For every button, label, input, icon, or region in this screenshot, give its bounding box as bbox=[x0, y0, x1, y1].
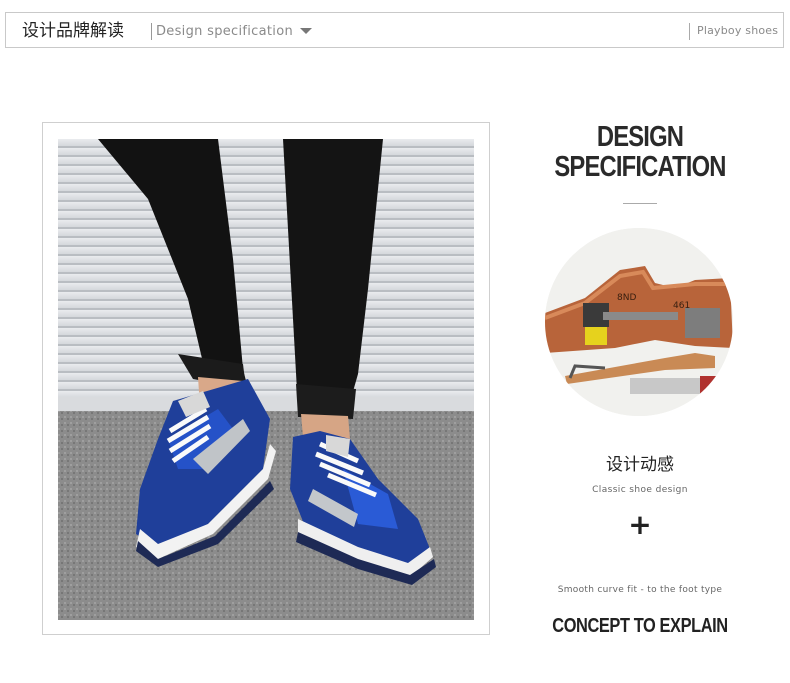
sneaker-photo bbox=[58, 139, 474, 620]
heading-line-1: DESIGN bbox=[596, 121, 684, 153]
section-subtitle: Design specification bbox=[156, 24, 294, 39]
shoemaking-tools-image: 8ND 461 bbox=[545, 228, 733, 416]
divider bbox=[689, 23, 690, 40]
svg-text:8ND: 8ND bbox=[617, 293, 636, 303]
triangle-down-icon[interactable] bbox=[300, 28, 312, 34]
divider bbox=[623, 203, 657, 204]
page-title: 设计品牌解读 bbox=[22, 21, 124, 41]
brand-label: Playboy shoes bbox=[697, 24, 779, 37]
fit-description: Smooth curve fit - to the foot type bbox=[557, 585, 723, 595]
concept-heading: CONCEPT TO EXPLAIN bbox=[552, 615, 728, 637]
divider bbox=[151, 23, 152, 40]
subtitle-cn: 设计动感 bbox=[606, 455, 674, 475]
heading-line-2: SPECIFICATION bbox=[554, 151, 726, 183]
subtitle-en: Classic shoe design bbox=[592, 485, 688, 495]
photo-frame bbox=[42, 122, 490, 635]
header-bar: 设计品牌解读 Design specification Playboy shoe… bbox=[5, 12, 784, 48]
plus-icon: + bbox=[628, 508, 652, 541]
